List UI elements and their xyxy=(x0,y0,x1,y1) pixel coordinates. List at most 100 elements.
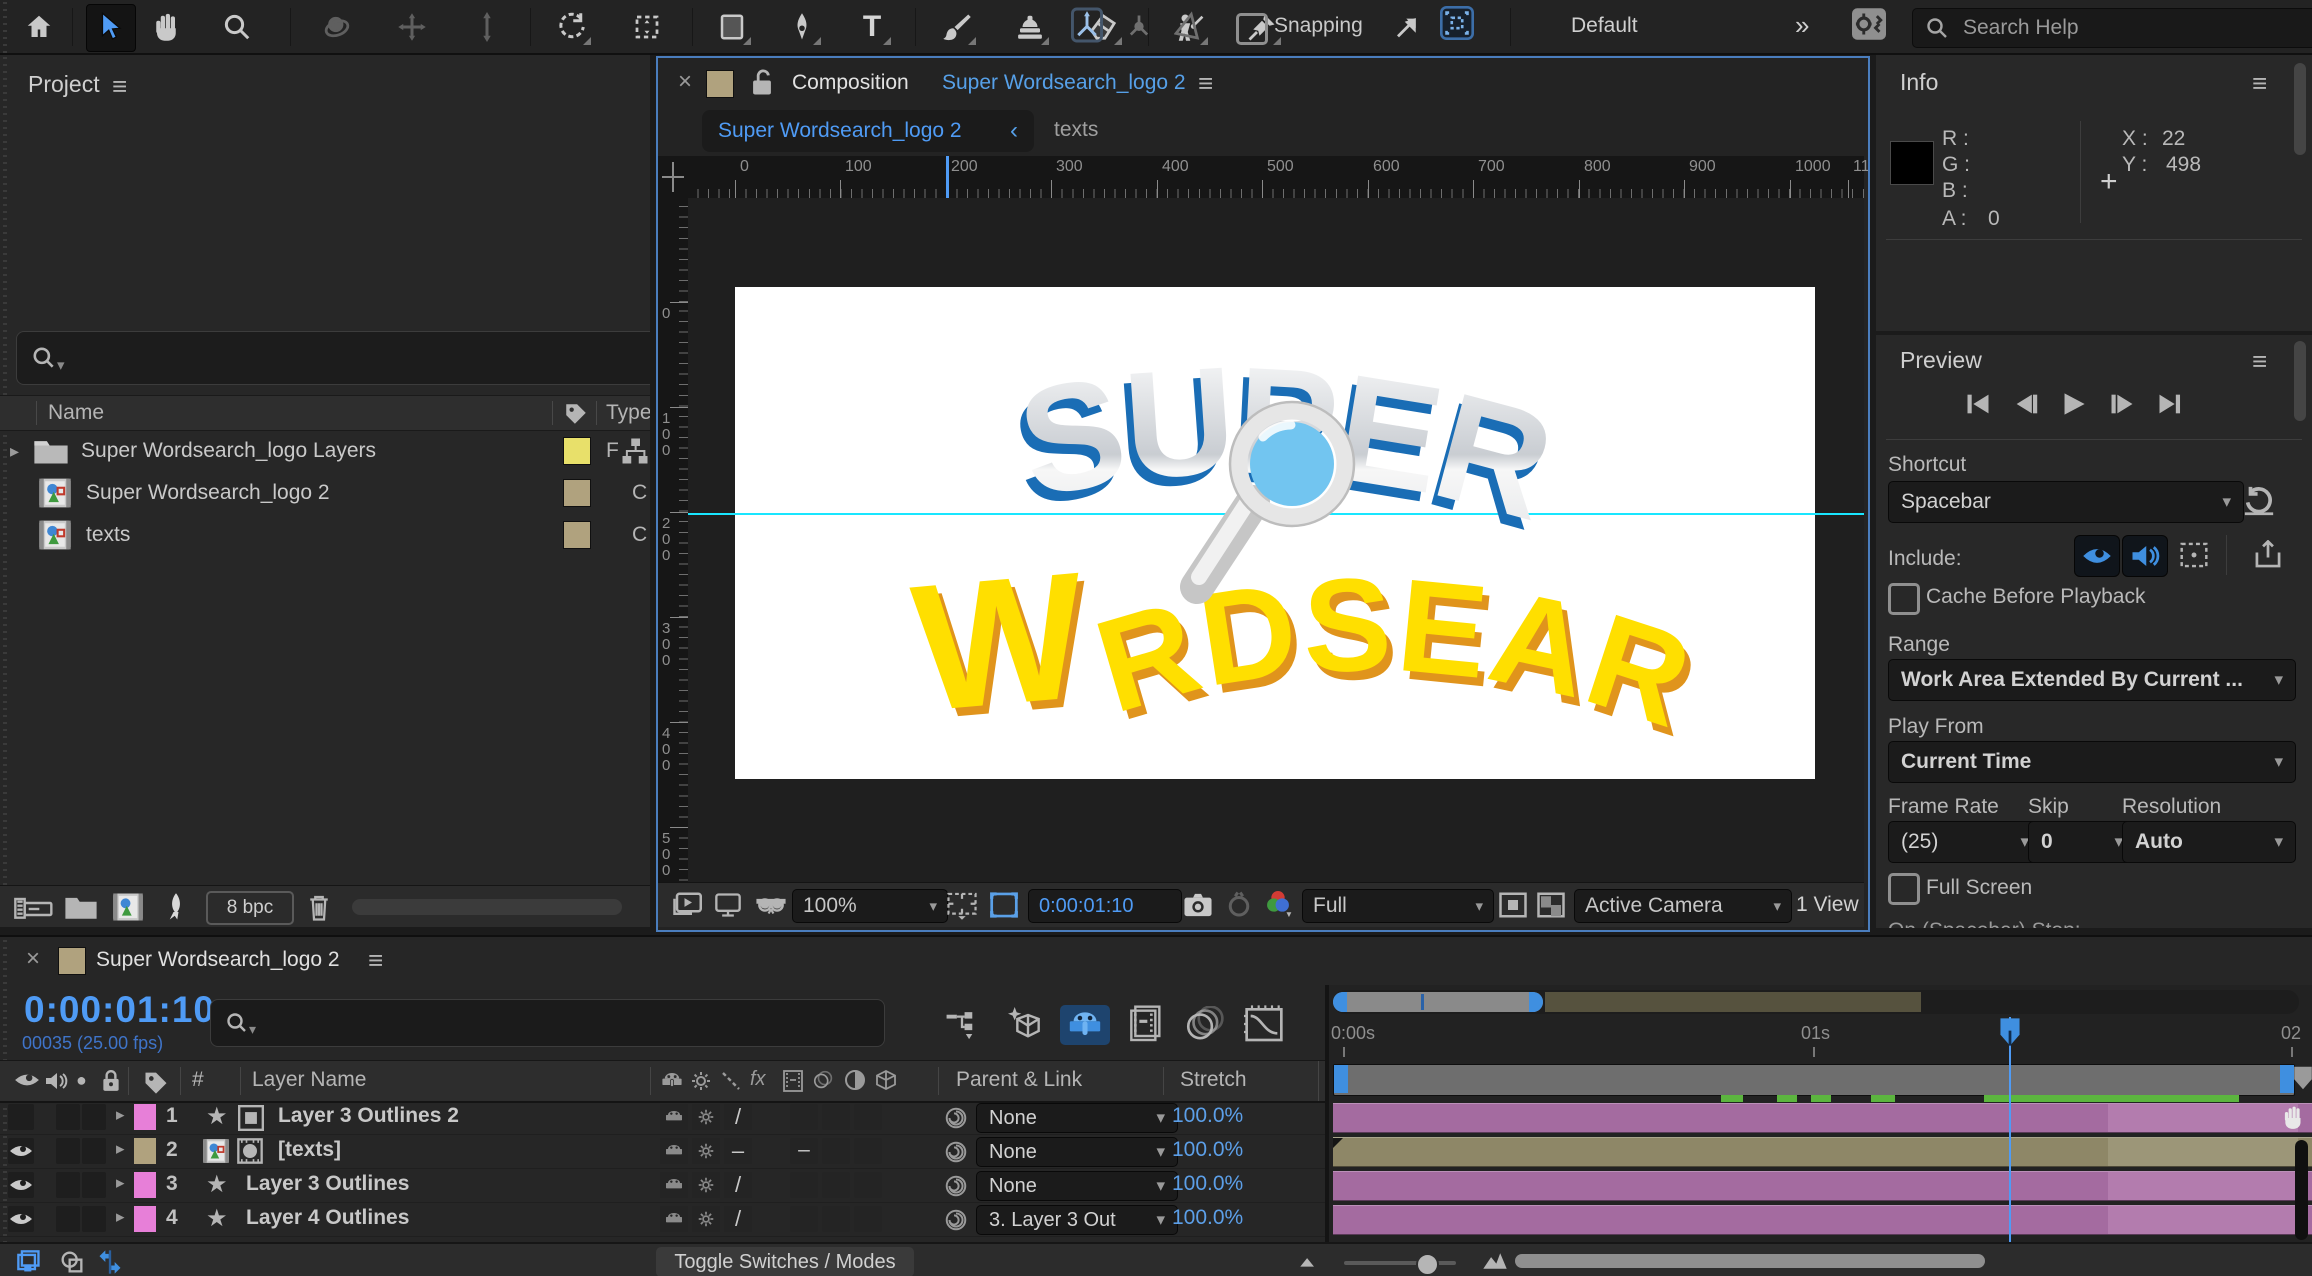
video-toggle[interactable] xyxy=(8,1172,34,1198)
info-panel-menu-icon[interactable]: ≡ xyxy=(2252,70,2267,96)
eye-column-icon[interactable] xyxy=(14,1069,40,1091)
timeline-tab-comp-name[interactable]: Super Wordsearch_logo 2 xyxy=(96,948,340,972)
timeline-menu-icon[interactable]: ≡ xyxy=(368,947,383,973)
view-layout-3d-dropdown[interactable]: Active Camera ▾ xyxy=(1574,889,1792,923)
timeline-track-area[interactable]: 0:00s 01s 02 xyxy=(1329,985,2312,1242)
lock-toggle[interactable] xyxy=(82,1206,106,1232)
unlock-icon[interactable] xyxy=(750,69,774,97)
layer-name[interactable]: Layer 4 Outlines xyxy=(246,1206,409,1230)
layer-row-3[interactable]: ▸ 3 ★ Layer 3 Outlines / None ▾ 100.0% xyxy=(0,1168,1325,1203)
blend-modes-icon[interactable] xyxy=(58,1249,86,1275)
stretch-value[interactable]: 100.0% xyxy=(1172,1104,1243,1128)
project-panel-title[interactable]: Project xyxy=(28,71,100,98)
stretch-value[interactable]: 100.0% xyxy=(1172,1206,1243,1230)
previous-frame-button[interactable] xyxy=(2004,387,2048,421)
magnification-dropdown[interactable]: 100% ▾ xyxy=(792,889,948,923)
region-of-interest-icon[interactable] xyxy=(988,890,1020,920)
column-name-header[interactable]: Name xyxy=(48,401,104,425)
expand-layer-switches-icon[interactable] xyxy=(14,1249,44,1275)
frame-blending-icon[interactable] xyxy=(1122,1003,1170,1045)
adjustment-layer-column-icon[interactable] xyxy=(844,1069,866,1091)
motion-blur-toggle[interactable] xyxy=(822,1206,850,1232)
layer-name[interactable]: Layer 3 Outlines xyxy=(246,1172,409,1196)
label-color-swatch[interactable] xyxy=(563,479,591,507)
motion-blur-toggle[interactable] xyxy=(822,1172,850,1198)
in-out-columns-icon[interactable] xyxy=(96,1248,124,1276)
layer-row-2[interactable]: ▸ 2 [texts] – – None ▾ 100.0% xyxy=(0,1134,1325,1169)
pick-whip-icon[interactable] xyxy=(944,1140,968,1164)
channel-dropdown[interactable]: Full ▾ xyxy=(1302,889,1494,923)
info-scrollbar[interactable] xyxy=(2294,63,2306,155)
project-item-comp[interactable]: Super Wordsearch_logo 2 C xyxy=(0,472,650,514)
solo-column-icon[interactable]: ● xyxy=(76,1070,87,1091)
include-overlays-button[interactable] xyxy=(2174,537,2214,573)
preview-panel-menu-icon[interactable]: ≡ xyxy=(2252,348,2267,374)
label-color-swatch[interactable] xyxy=(563,521,591,549)
play-offscreen-button[interactable] xyxy=(2248,537,2288,573)
audio-column-icon[interactable] xyxy=(44,1069,68,1093)
stereo-3d-glasses-icon[interactable] xyxy=(754,891,788,919)
project-item-comp[interactable]: texts C xyxy=(0,514,650,556)
play-button[interactable] xyxy=(2052,387,2096,421)
tab-comp-active[interactable]: Super Wordsearch_logo 2 ‹ xyxy=(702,110,1034,152)
view-count-dropdown[interactable]: 1 View xyxy=(1786,889,1870,921)
number-column-header[interactable]: # xyxy=(192,1068,204,1092)
brush-tool-icon[interactable] xyxy=(940,10,974,44)
solo-toggle[interactable] xyxy=(56,1206,80,1232)
shy-layers-toggle-icon[interactable] xyxy=(1060,1005,1110,1045)
frame-blend-toggle[interactable] xyxy=(790,1206,818,1232)
workspace-label[interactable]: Default xyxy=(1571,14,1638,38)
timeline-vscrollbar[interactable] xyxy=(2295,1140,2308,1240)
view-axis-mode-icon[interactable] xyxy=(1172,8,1206,42)
snap-arrow-icon[interactable] xyxy=(1388,10,1422,44)
snapping-checkbox[interactable] xyxy=(1236,13,1268,45)
3d-toggle[interactable] xyxy=(854,1138,882,1164)
layer-bar-4[interactable] xyxy=(1333,1205,2312,1235)
current-timecode[interactable]: 0:00:01:10 xyxy=(24,989,215,1031)
preview-scrollbar[interactable] xyxy=(2294,341,2306,421)
frame-blend-toggle[interactable] xyxy=(790,1104,818,1130)
quality-toggle[interactable]: – xyxy=(724,1138,752,1164)
workspace-settings-icon[interactable] xyxy=(1852,7,1886,41)
layer-row-1[interactable]: ▸ 1 ★ Layer 3 Outlines 2 / None ▾ 100.0% xyxy=(0,1100,1325,1135)
lock-toggle[interactable] xyxy=(82,1138,106,1164)
navigator-end-handle[interactable] xyxy=(1529,992,1543,1012)
stretch-value[interactable]: 100.0% xyxy=(1172,1138,1243,1162)
local-axis-mode-icon[interactable] xyxy=(1070,8,1104,42)
panel-label[interactable]: Composition xyxy=(792,71,909,95)
layer-bar-3[interactable] xyxy=(1333,1171,2312,1201)
expander-icon[interactable]: ▸ xyxy=(116,1139,125,1159)
video-toggle[interactable] xyxy=(8,1104,34,1130)
bit-depth-button[interactable]: 8 bpc xyxy=(206,891,294,925)
lock-toggle[interactable] xyxy=(82,1104,106,1130)
world-axis-mode-icon[interactable] xyxy=(1122,8,1156,42)
frame-blend-toggle[interactable]: – xyxy=(790,1138,818,1164)
layer-name-column-header[interactable]: Layer Name xyxy=(252,1068,366,1092)
dolly-camera-tool-icon[interactable] xyxy=(470,10,504,44)
graph-editor-icon[interactable] xyxy=(1238,1003,1290,1045)
layer-label-swatch[interactable] xyxy=(134,1104,156,1130)
range-dropdown[interactable]: Work Area Extended By Current ... ▾ xyxy=(1888,659,2296,701)
rasterize-toggle[interactable] xyxy=(692,1104,720,1130)
last-frame-button[interactable] xyxy=(2148,387,2192,421)
comp-viewport[interactable]: SUPER SUPER W W RDSEARCH RDSEARCH xyxy=(688,198,1864,882)
clone-stamp-tool-icon[interactable] xyxy=(1013,10,1047,44)
comp-panel-menu-icon[interactable]: ≡ xyxy=(1198,70,1213,96)
comp-marker-bin-icon[interactable] xyxy=(2293,1065,2312,1091)
hand-tool-icon[interactable] xyxy=(150,10,184,44)
quality-column-icon[interactable] xyxy=(720,1070,742,1092)
layer-name[interactable]: Layer 3 Outlines 2 xyxy=(278,1104,459,1128)
layer-label-swatch[interactable] xyxy=(134,1172,156,1198)
rotation-tool-icon[interactable] xyxy=(555,10,589,44)
toggle-switches-modes-button[interactable]: Toggle Switches / Modes xyxy=(656,1247,914,1276)
3d-toggle[interactable] xyxy=(854,1172,882,1198)
lock-column-icon[interactable] xyxy=(100,1069,122,1093)
reset-icon[interactable] xyxy=(2242,485,2276,517)
include-video-button[interactable] xyxy=(2074,535,2120,577)
rasterize-column-icon[interactable] xyxy=(690,1070,712,1092)
parent-dropdown[interactable]: None ▾ xyxy=(976,1137,1178,1167)
zoom-out-mountain-icon[interactable] xyxy=(1296,1254,1318,1270)
expander-icon[interactable]: ▸ xyxy=(116,1207,125,1227)
stretch-value[interactable]: 100.0% xyxy=(1172,1172,1243,1196)
safe-areas-icon[interactable] xyxy=(946,890,978,920)
